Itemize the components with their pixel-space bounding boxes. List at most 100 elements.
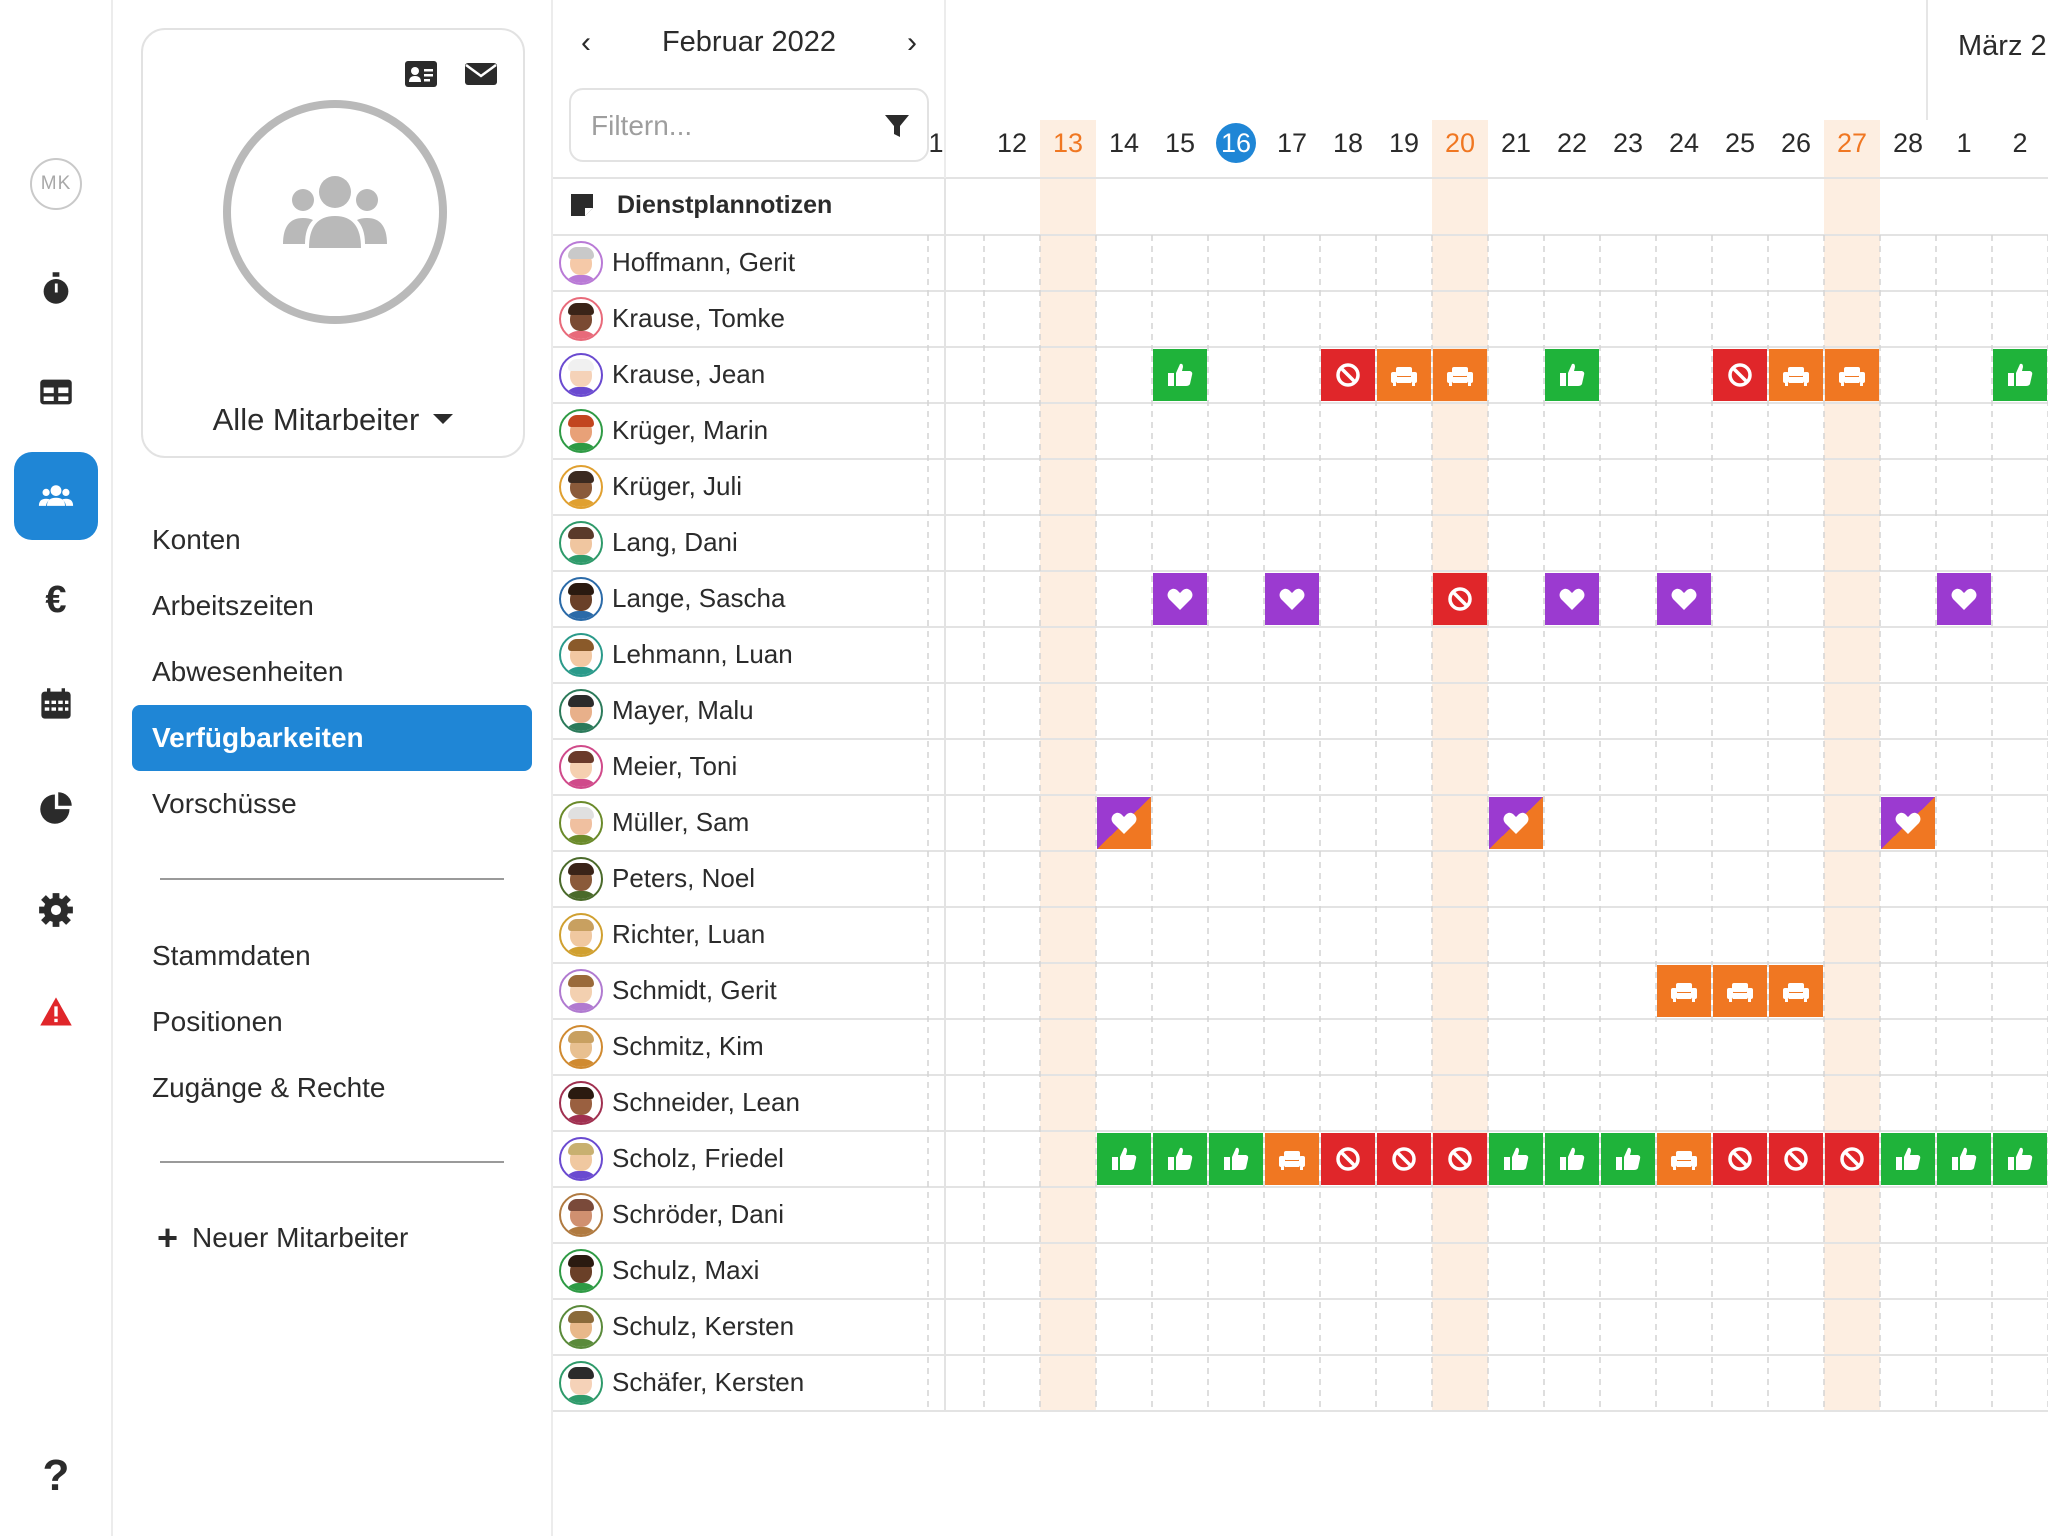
ban-icon[interactable] (1433, 573, 1487, 625)
employee-name[interactable]: Schäfer, Kersten (612, 1367, 804, 1398)
next-month-title: März 2 (1958, 30, 2047, 62)
filter-input[interactable] (591, 108, 851, 144)
employee-name[interactable]: Krause, Jean (612, 359, 765, 390)
avatar (559, 1305, 603, 1349)
employee-name[interactable]: Peters, Noel (612, 863, 755, 894)
thumbs-up-icon[interactable] (1881, 1133, 1935, 1185)
sofa-icon[interactable] (1657, 965, 1711, 1017)
employee-name[interactable]: Krüger, Marin (612, 415, 768, 446)
nav-stammdaten[interactable]: Stammdaten (132, 923, 532, 989)
employee-name[interactable]: Schmitz, Kim (612, 1031, 764, 1062)
heart-icon[interactable] (1153, 573, 1207, 625)
avatar (559, 1081, 603, 1125)
next-month-icon[interactable]: › (895, 26, 929, 60)
heart-icon[interactable] (1265, 573, 1319, 625)
ban-icon[interactable] (1713, 1133, 1767, 1185)
filter-icon[interactable] (883, 112, 911, 140)
avatar (559, 409, 603, 453)
gear-icon[interactable] (14, 866, 98, 954)
filter-box (569, 88, 929, 162)
nav-arbeitszeiten[interactable]: Arbeitszeiten (132, 573, 532, 639)
heart-icon[interactable] (1937, 573, 1991, 625)
thumbs-up-icon[interactable] (1489, 1133, 1543, 1185)
ban-icon[interactable] (1769, 1133, 1823, 1185)
sofa-icon[interactable] (1769, 349, 1823, 401)
employee-name[interactable]: Scholz, Friedel (612, 1143, 784, 1174)
nav-konten[interactable]: Konten (132, 507, 532, 573)
ban-icon[interactable] (1321, 349, 1375, 401)
table-icon[interactable] (14, 348, 98, 436)
employee-name[interactable]: Schulz, Maxi (612, 1255, 759, 1286)
euro-icon[interactable]: € (14, 556, 98, 644)
nav-zugaenge-rechte[interactable]: Zugänge & Rechte (132, 1055, 532, 1121)
day-label: 17 (1276, 128, 1308, 158)
nav-abwesenheiten[interactable]: Abwesenheiten (132, 639, 532, 705)
pie-chart-icon[interactable] (14, 764, 98, 852)
employee-name[interactable]: Lange, Sascha (612, 583, 785, 614)
ban-icon[interactable] (1713, 349, 1767, 401)
heart-icon[interactable] (1545, 573, 1599, 625)
employee-name[interactable]: Mayer, Malu (612, 695, 754, 726)
sofa-icon[interactable] (1769, 965, 1823, 1017)
user-avatar[interactable]: MK (30, 158, 82, 210)
heart-sofa-icon[interactable] (1881, 797, 1935, 849)
employee-name[interactable]: Schröder, Dani (612, 1199, 784, 1230)
sofa-icon[interactable] (1265, 1133, 1319, 1185)
avatar (559, 1193, 603, 1237)
calendar-icon[interactable] (14, 660, 98, 748)
employee-name[interactable]: Richter, Luan (612, 919, 765, 950)
avatar (559, 521, 603, 565)
thumbs-up-icon[interactable] (1153, 349, 1207, 401)
employee-name[interactable]: Lehmann, Luan (612, 639, 793, 670)
nav-positionen[interactable]: Positionen (132, 989, 532, 1055)
users-icon[interactable] (14, 452, 98, 540)
sofa-icon[interactable] (1433, 349, 1487, 401)
thumbs-up-icon[interactable] (1545, 349, 1599, 401)
thumbs-up-icon[interactable] (1993, 1133, 2047, 1185)
employee-name[interactable]: Schulz, Kersten (612, 1311, 794, 1342)
ban-icon[interactable] (1825, 1133, 1879, 1185)
ban-icon[interactable] (1377, 1133, 1431, 1185)
ban-icon[interactable] (1433, 1133, 1487, 1185)
employee-name[interactable]: Meier, Toni (612, 751, 737, 782)
sofa-icon[interactable] (1377, 349, 1431, 401)
heart-sofa-icon[interactable] (1097, 797, 1151, 849)
day-label: 16 (1208, 123, 1264, 163)
sofa-icon[interactable] (1713, 965, 1767, 1017)
thumbs-up-icon[interactable] (1993, 349, 2047, 401)
month-title: Februar 2022 (661, 26, 837, 58)
day-label: 13 (1052, 128, 1084, 158)
thumbs-up-icon[interactable] (1153, 1133, 1207, 1185)
timer-icon[interactable] (14, 244, 98, 332)
day-label: 1 (1956, 128, 1972, 158)
sofa-icon[interactable] (1657, 1133, 1711, 1185)
nav-vorschuesse[interactable]: Vorschüsse (132, 771, 532, 837)
thumbs-up-icon[interactable] (1097, 1133, 1151, 1185)
employee-name[interactable]: Krüger, Juli (612, 471, 742, 502)
side-panel: Alle Mitarbeiter Konten Arbeitszeiten Ab… (113, 0, 553, 1536)
weekend-column (1432, 120, 1488, 1411)
warning-icon[interactable] (14, 968, 98, 1056)
thumbs-up-icon[interactable] (1545, 1133, 1599, 1185)
heart-icon[interactable] (1657, 573, 1711, 625)
employee-name[interactable]: Krause, Tomke (612, 303, 785, 334)
group-selector[interactable]: Alle Mitarbeiter (143, 402, 523, 438)
heart-sofa-icon[interactable] (1489, 797, 1543, 849)
contact-card-icon[interactable] (405, 60, 437, 88)
help-icon[interactable]: ? (14, 1432, 98, 1520)
employee-name[interactable]: Müller, Sam (612, 807, 749, 838)
mail-icon[interactable] (465, 60, 497, 88)
new-employee-button[interactable]: + Neuer Mitarbeiter (157, 1220, 408, 1256)
thumbs-up-icon[interactable] (1209, 1133, 1263, 1185)
thumbs-up-icon[interactable] (1601, 1133, 1655, 1185)
thumbs-up-icon[interactable] (1937, 1133, 1991, 1185)
ban-icon[interactable] (1321, 1133, 1375, 1185)
employee-name[interactable]: Schneider, Lean (612, 1087, 800, 1118)
nav-verfuegbarkeiten[interactable]: Verfügbarkeiten (132, 705, 532, 771)
day-label: 26 (1780, 128, 1812, 158)
sofa-icon[interactable] (1825, 349, 1879, 401)
employee-name[interactable]: Lang, Dani (612, 527, 738, 558)
employee-name[interactable]: Hoffmann, Gerit (612, 247, 795, 278)
weekend-column (1040, 120, 1096, 1411)
employee-name[interactable]: Schmidt, Gerit (612, 975, 777, 1006)
